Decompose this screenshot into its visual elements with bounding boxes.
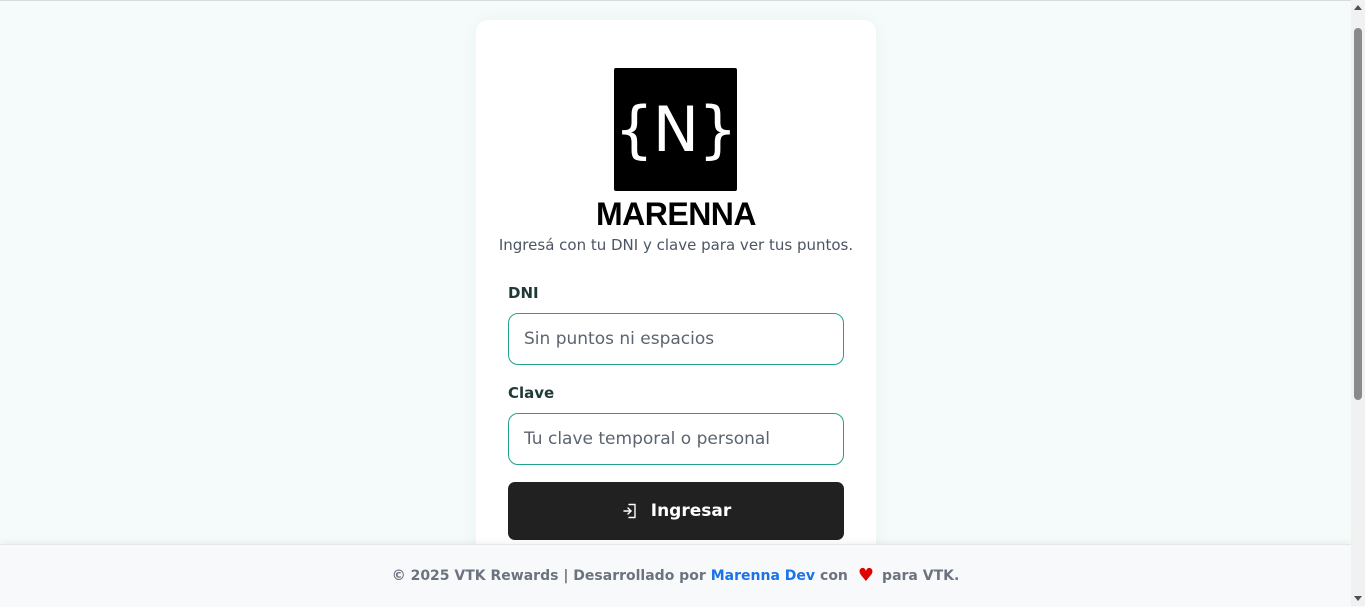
page-footer: © 2025 VTK Rewards | Desarrollado por Ma… [0, 544, 1351, 607]
top-divider [0, 0, 1351, 1]
dni-label: DNI [508, 284, 539, 302]
login-button[interactable]: Ingresar [508, 482, 844, 540]
scroll-up-arrow-icon[interactable] [1354, 5, 1362, 10]
brand-logo: {N} [614, 68, 738, 191]
login-icon [621, 502, 639, 520]
clave-input[interactable] [508, 413, 844, 465]
logo-mark: {N} [614, 92, 737, 166]
login-button-label: Ingresar [650, 501, 732, 521]
vertical-scrollbar[interactable] [1351, 0, 1365, 606]
clave-label: Clave [508, 384, 555, 402]
login-subtitle: Ingresá con tu DNI y clave para ver tus … [498, 236, 854, 254]
heart-icon: ♥ [857, 565, 875, 586]
footer-con: con [820, 568, 848, 584]
footer-copyright: © 2025 VTK Rewards | Desarrollado por [391, 568, 706, 584]
scroll-down-arrow-icon[interactable] [1354, 596, 1362, 601]
footer-suffix: para VTK. [882, 568, 960, 584]
login-card: {N} MARENNA Ingresá con tu DNI y clave p… [476, 20, 876, 580]
footer-dev-link[interactable]: Marenna Dev [711, 568, 815, 584]
dni-input[interactable] [508, 313, 844, 365]
brand-name: MARENNA [595, 196, 757, 232]
scrollbar-thumb[interactable] [1354, 28, 1362, 400]
